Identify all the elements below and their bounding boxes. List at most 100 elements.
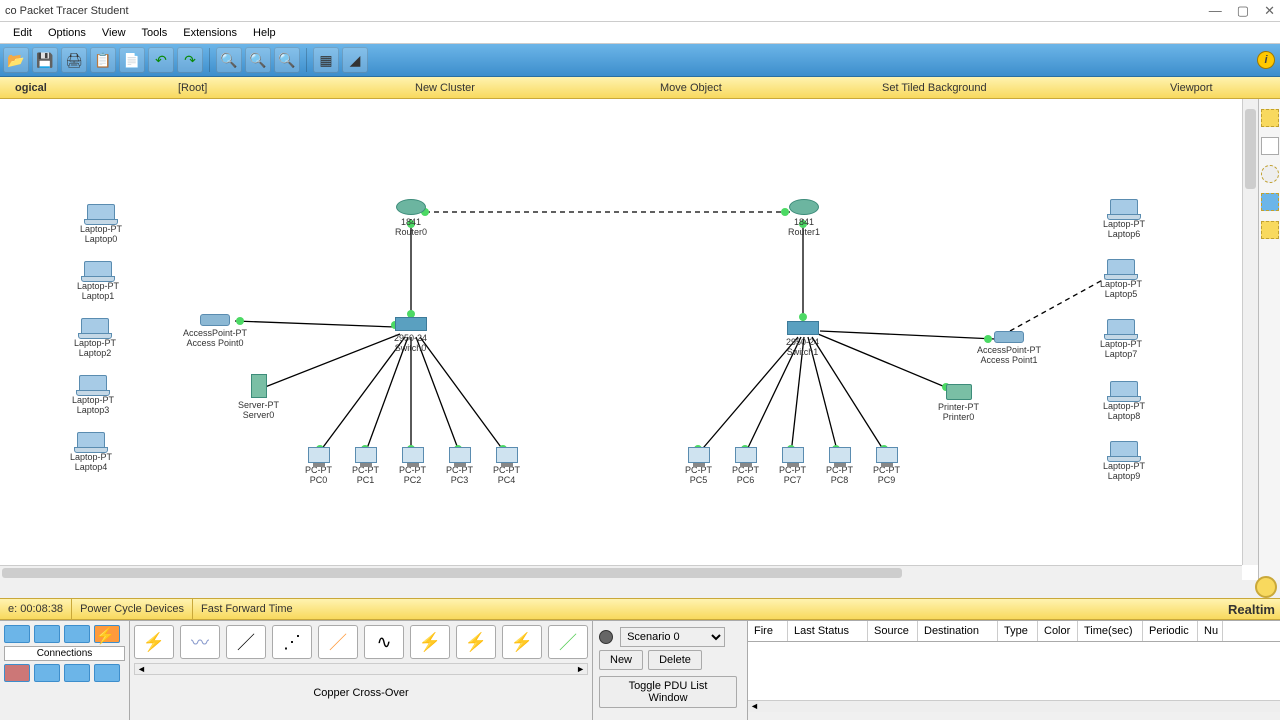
fast-forward-button[interactable]: Fast Forward Time xyxy=(193,599,301,619)
device-cat-icon[interactable] xyxy=(34,664,60,682)
device-laptop0[interactable]: Laptop-PTLaptop0 xyxy=(80,204,122,244)
device-cat-icon[interactable] xyxy=(94,664,120,682)
device-pc5[interactable]: PC-PTPC5 xyxy=(685,447,712,485)
new-cluster-button[interactable]: New Cluster xyxy=(415,82,475,94)
delete-scenario-button[interactable]: Delete xyxy=(648,650,702,670)
device-laptop5[interactable]: Laptop-PTLaptop5 xyxy=(1100,259,1142,299)
col-status[interactable]: Last Status xyxy=(788,621,868,641)
device-laptop8[interactable]: Laptop-PTLaptop8 xyxy=(1103,381,1145,421)
device-pc9[interactable]: PC-PTPC9 xyxy=(873,447,900,485)
realtime-clock-icon[interactable] xyxy=(1255,576,1277,598)
device-laptop7[interactable]: Laptop-PTLaptop7 xyxy=(1100,319,1142,359)
print-icon[interactable]: 🖨 xyxy=(61,47,87,73)
conn-fiber-icon[interactable]: ／ xyxy=(318,625,358,659)
paste-icon[interactable]: 📄 xyxy=(119,47,145,73)
maximize-icon[interactable]: ▢ xyxy=(1237,3,1249,19)
col-num[interactable]: Nu xyxy=(1198,621,1223,641)
info-icon[interactable]: i xyxy=(1257,51,1275,69)
conn-console-icon[interactable]: 〰 xyxy=(180,625,220,659)
device-cat-icon[interactable] xyxy=(64,664,90,682)
new-scenario-button[interactable]: New xyxy=(599,650,643,670)
device-laptop2[interactable]: Laptop-PTLaptop2 xyxy=(74,318,116,358)
conn-octal-icon[interactable]: ／ xyxy=(548,625,588,659)
toggle-pdu-button[interactable]: Toggle PDU List Window xyxy=(599,676,737,708)
power-cycle-button[interactable]: Power Cycle Devices xyxy=(72,599,193,619)
pdu-scrollbar[interactable]: ◄ xyxy=(748,700,1280,712)
col-type[interactable]: Type xyxy=(998,621,1038,641)
delete-tool-icon[interactable] xyxy=(1261,165,1279,183)
device-pc0[interactable]: PC-PTPC0 xyxy=(305,447,332,485)
device-laptop9[interactable]: Laptop-PTLaptop9 xyxy=(1103,441,1145,481)
conn-straight-icon[interactable]: ／ xyxy=(226,625,266,659)
resize-tool-icon[interactable] xyxy=(1261,221,1279,239)
menu-view[interactable]: View xyxy=(94,25,134,41)
redo-icon[interactable]: ↷ xyxy=(177,47,203,73)
device-ap0[interactable]: AccessPoint-PTAccess Point0 xyxy=(183,314,247,348)
palette-icon[interactable]: ▦ xyxy=(313,47,339,73)
device-laptop6[interactable]: Laptop-PTLaptop6 xyxy=(1103,199,1145,239)
device-pc6[interactable]: PC-PTPC6 xyxy=(732,447,759,485)
device-cat-icon[interactable] xyxy=(4,625,30,643)
custom-device-icon[interactable]: ◢ xyxy=(342,47,368,73)
realtime-tab[interactable]: Realtim xyxy=(1228,602,1275,617)
viewport-button[interactable]: Viewport xyxy=(1170,82,1213,94)
move-object-button[interactable]: Move Object xyxy=(660,82,722,94)
conn-phone-icon[interactable]: ∿ xyxy=(364,625,404,659)
menu-tools[interactable]: Tools xyxy=(134,25,176,41)
select-tool-icon[interactable] xyxy=(1261,109,1279,127)
device-router0[interactable]: 1841Router0 xyxy=(395,199,427,237)
col-periodic[interactable]: Periodic xyxy=(1143,621,1198,641)
zoom-in-icon[interactable]: 🔍 xyxy=(216,47,242,73)
copy-icon[interactable]: 📋 xyxy=(90,47,116,73)
logical-tab[interactable]: ogical xyxy=(0,82,62,94)
col-source[interactable]: Source xyxy=(868,621,918,641)
col-time[interactable]: Time(sec) xyxy=(1078,621,1143,641)
conn-crossover-icon[interactable]: ⋰ xyxy=(272,625,312,659)
device-pc4[interactable]: PC-PTPC4 xyxy=(493,447,520,485)
device-cat-icon[interactable] xyxy=(64,625,90,643)
device-switch1[interactable]: 2950-24Switch1 xyxy=(786,321,819,357)
conn-serial-dte-icon[interactable]: ⚡ xyxy=(502,625,542,659)
device-pc8[interactable]: PC-PTPC8 xyxy=(826,447,853,485)
zoom-reset-icon[interactable]: 🔍 xyxy=(245,47,271,73)
device-ap1[interactable]: AccessPoint-PTAccess Point1 xyxy=(977,331,1041,365)
open-icon[interactable]: 📂 xyxy=(3,47,29,73)
device-router1[interactable]: 1841Router1 xyxy=(788,199,820,237)
device-printer0[interactable]: Printer-PTPrinter0 xyxy=(938,384,979,422)
device-cat-icon[interactable] xyxy=(34,625,60,643)
scenario-select[interactable]: Scenario 0 xyxy=(620,627,725,647)
device-laptop4[interactable]: Laptop-PTLaptop4 xyxy=(70,432,112,472)
topology-canvas[interactable]: 1841Router0 1841Router1 2950-24Switch0 2… xyxy=(0,99,1258,580)
device-cat-icon[interactable] xyxy=(4,664,30,682)
col-fire[interactable]: Fire xyxy=(748,621,788,641)
device-server0[interactable]: Server-PTServer0 xyxy=(238,374,279,420)
menu-options[interactable]: Options xyxy=(40,25,94,41)
set-background-button[interactable]: Set Tiled Background xyxy=(882,82,987,94)
undo-icon[interactable]: ↶ xyxy=(148,47,174,73)
horizontal-scrollbar[interactable] xyxy=(0,565,1242,580)
lightning-icon[interactable]: ⚡ xyxy=(94,625,120,643)
place-note-icon[interactable] xyxy=(1261,137,1279,155)
col-color[interactable]: Color xyxy=(1038,621,1078,641)
device-pc7[interactable]: PC-PTPC7 xyxy=(779,447,806,485)
menu-help[interactable]: Help xyxy=(245,25,284,41)
device-laptop1[interactable]: Laptop-PTLaptop1 xyxy=(77,261,119,301)
root-button[interactable]: [Root] xyxy=(178,82,207,94)
conn-coax-icon[interactable]: ⚡ xyxy=(410,625,450,659)
zoom-out-icon[interactable]: 🔍 xyxy=(274,47,300,73)
device-laptop3[interactable]: Laptop-PTLaptop3 xyxy=(72,375,114,415)
conn-serial-dce-icon[interactable]: ⚡ xyxy=(456,625,496,659)
close-icon[interactable]: ✕ xyxy=(1264,3,1275,19)
device-pc1[interactable]: PC-PTPC1 xyxy=(352,447,379,485)
vertical-scrollbar[interactable] xyxy=(1242,99,1258,565)
menu-edit[interactable]: Edit xyxy=(5,25,40,41)
palette-scrollbar[interactable]: ◄► xyxy=(134,663,588,675)
device-pc2[interactable]: PC-PTPC2 xyxy=(399,447,426,485)
col-dest[interactable]: Destination xyxy=(918,621,998,641)
save-icon[interactable]: 💾 xyxy=(32,47,58,73)
conn-auto-icon[interactable]: ⚡ xyxy=(134,625,174,659)
device-pc3[interactable]: PC-PTPC3 xyxy=(446,447,473,485)
menu-extensions[interactable]: Extensions xyxy=(175,25,245,41)
device-switch0[interactable]: 2950-24Switch0 xyxy=(394,317,427,353)
inspect-tool-icon[interactable] xyxy=(1261,193,1279,211)
